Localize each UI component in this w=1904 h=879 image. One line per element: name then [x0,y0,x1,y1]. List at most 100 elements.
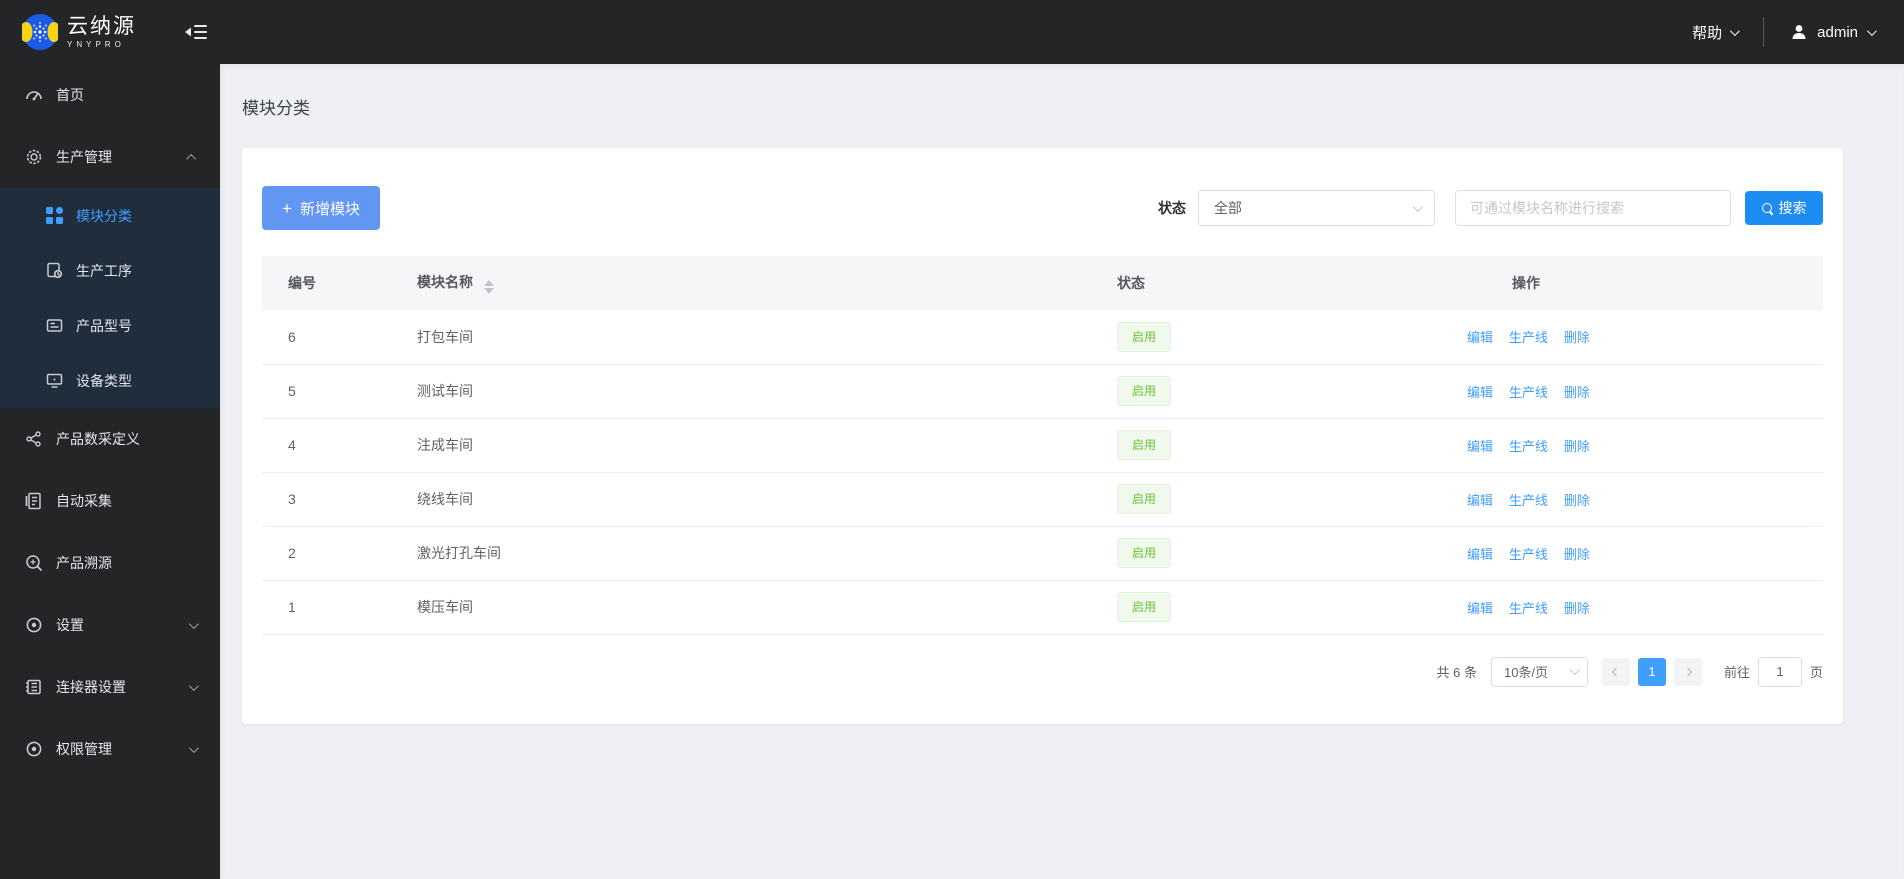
table-row: 1 模压车间 启用 编辑 生产线 删除 [262,580,1823,635]
table-row: 5 测试车间 启用 编辑 生产线 删除 [262,364,1823,419]
sidebar-item-module-category[interactable]: 模块分类 [0,188,220,243]
goto-page-input[interactable] [1757,656,1802,687]
sidebar-item-production-mgmt[interactable]: 生产管理 [0,126,220,188]
sidebar-item-product-trace[interactable]: 产品溯源 [0,532,220,594]
sidebar-item-home[interactable]: 首页 [0,64,220,126]
status-badge: 启用 [1117,430,1171,460]
page-size-select[interactable]: 10条/页 [1490,656,1588,687]
search-input[interactable] [1455,190,1731,226]
cell-name: 绕线车间 [402,472,1102,527]
action-production-line[interactable]: 生产线 [1509,493,1548,508]
sidebar-item-label: 生产管理 [56,149,112,165]
action-production-line[interactable]: 生产线 [1509,330,1548,345]
action-delete[interactable]: 删除 [1564,330,1590,345]
chevron-down-icon [188,618,199,629]
action-edit[interactable]: 编辑 [1467,330,1493,345]
plus-icon: + [282,198,292,218]
sidebar-item-data-collection-def[interactable]: 产品数采定义 [0,408,220,470]
action-edit[interactable]: 编辑 [1467,493,1493,508]
action-delete[interactable]: 删除 [1564,601,1590,616]
trace-icon [25,554,43,572]
collect-doc-icon [25,492,43,510]
pagination-total: 共 6 条 [1436,665,1477,680]
gear-icon [25,148,43,166]
sidebar-item-label: 生产工序 [76,262,132,279]
chevron-down-icon [1569,665,1580,676]
page-number-button[interactable]: 1 [1637,657,1666,686]
sidebar-item-label: 自动采集 [56,493,112,509]
prev-page-button[interactable] [1601,657,1630,686]
cell-id: 5 [262,364,402,419]
column-header-name: 模块名称 [402,256,1102,310]
cell-name: 注成车间 [402,418,1102,473]
add-module-button[interactable]: + 新增模块 [262,186,380,230]
action-production-line[interactable]: 生产线 [1509,439,1548,454]
action-delete[interactable]: 删除 [1564,493,1590,508]
brand-title: 云纳源 [67,14,136,38]
action-delete[interactable]: 删除 [1564,547,1590,562]
status-badge: 启用 [1117,321,1171,352]
production-submenu: 模块分类 生产工序 产品型号 设备类型 [0,188,220,408]
goto-unit-label: 页 [1809,665,1823,680]
goto-label: 前往 [1723,665,1750,680]
cell-name: 测试车间 [402,364,1102,419]
action-edit[interactable]: 编辑 [1467,601,1493,616]
connector-icon [25,678,43,696]
device-icon [45,372,63,390]
next-page-button[interactable] [1673,657,1702,686]
toolbar: + 新增模块 状态 全部 搜索 [262,186,1823,230]
status-badge: 启用 [1117,592,1171,622]
table-row: 3 绕线车间 启用 编辑 生产线 删除 [262,472,1823,527]
table-row: 2 激光打孔车间 启用 编辑 生产线 删除 [262,526,1823,581]
chevron-left-icon [1611,667,1621,676]
user-icon [1792,25,1806,39]
main-content: 模块分类 + 新增模块 状态 全部 搜索 [220,64,1904,879]
chevron-down-icon [188,742,199,753]
action-delete[interactable]: 删除 [1564,439,1590,454]
sidebar-item-product-model[interactable]: 产品型号 [0,298,220,353]
cell-id: 4 [262,418,402,473]
user-menu[interactable]: admin [1790,23,1877,41]
sidebar-item-label: 产品型号 [76,317,132,334]
sidebar-item-label: 首页 [56,87,84,103]
table-row: 6 打包车间 启用 编辑 生产线 删除 [262,310,1823,365]
action-edit[interactable]: 编辑 [1467,385,1493,400]
table-header-row: 编号 模块名称 状态 操作 [262,256,1823,310]
sidebar-item-auto-collect[interactable]: 自动采集 [0,470,220,532]
action-production-line[interactable]: 生产线 [1509,547,1548,562]
sidebar-item-permission-mgmt[interactable]: 权限管理 [0,718,220,780]
page-title: 模块分类 [242,99,310,118]
content-card: + 新增模块 状态 全部 搜索 编号 [242,148,1843,724]
action-edit[interactable]: 编辑 [1467,439,1493,454]
cell-name: 打包车间 [402,310,1102,365]
action-edit[interactable]: 编辑 [1467,547,1493,562]
module-table: 编号 模块名称 状态 操作 6 打包车间 启用 编辑 生产线 删除 5 测试车间… [262,256,1823,635]
sidebar-fold-icon[interactable] [185,23,207,41]
sidebar-item-label: 产品数采定义 [56,431,140,447]
table-row: 4 注成车间 启用 编辑 生产线 删除 [262,418,1823,473]
chevron-down-icon [188,680,199,691]
sidebar-item-settings[interactable]: 设置 [0,594,220,656]
action-production-line[interactable]: 生产线 [1509,601,1548,616]
grid-icon [45,207,63,225]
status-filter-select[interactable]: 全部 [1198,190,1435,226]
action-production-line[interactable]: 生产线 [1509,385,1548,400]
chevron-down-icon [1412,201,1423,212]
help-menu[interactable]: 帮助 [1692,22,1741,43]
chevron-right-icon [1683,667,1693,676]
status-badge: 启用 [1117,538,1171,568]
sort-icon[interactable] [483,280,494,294]
search-button[interactable]: 搜索 [1745,191,1823,225]
cell-id: 2 [262,526,402,581]
sidebar-item-production-process[interactable]: 生产工序 [0,243,220,298]
brand-logo-icon [22,14,58,50]
sidebar-item-device-type[interactable]: 设备类型 [0,353,220,408]
action-delete[interactable]: 删除 [1564,385,1590,400]
cell-id: 3 [262,472,402,527]
sidebar-item-connector-settings[interactable]: 连接器设置 [0,656,220,718]
cell-name: 模压车间 [402,580,1102,635]
product-model-icon [45,317,63,335]
dashboard-icon [25,86,43,104]
status-badge: 启用 [1117,376,1171,406]
brand-subtitle: YNYPRO [67,39,125,49]
